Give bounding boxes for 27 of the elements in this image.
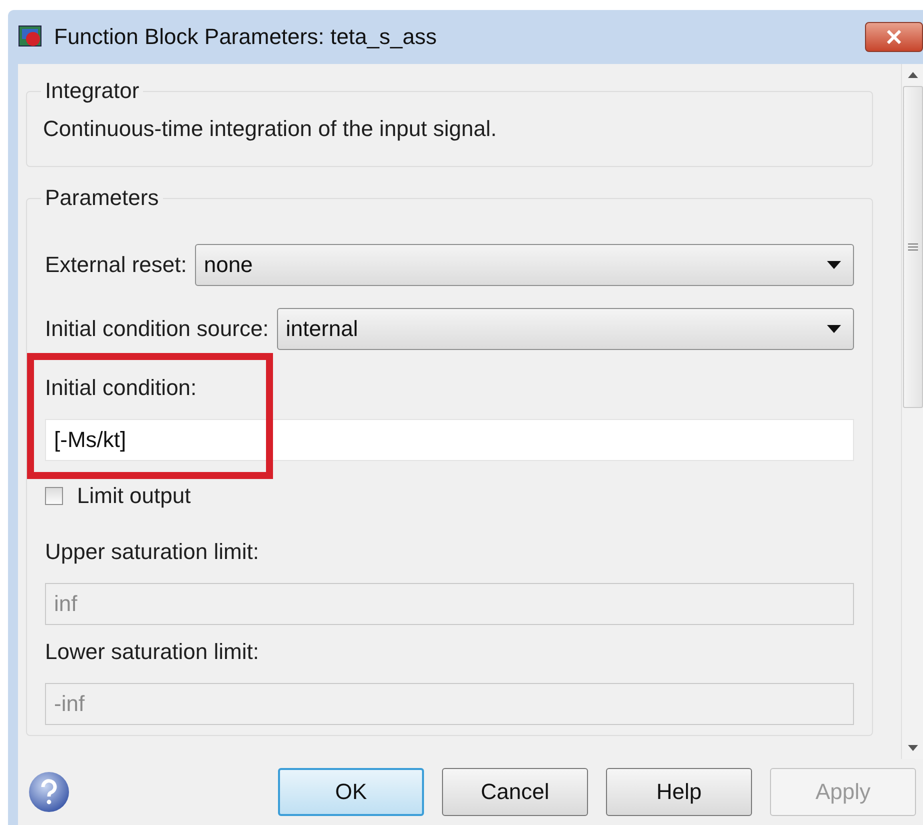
description-text: Continuous-time integration of the input signal. [43,115,498,143]
help-icon[interactable] [28,771,70,813]
field-label: Upper saturation limit: [45,538,260,566]
dialog-button[interactable]: OK [278,768,424,816]
scroll-up-icon[interactable] [908,72,918,78]
dialog-button[interactable]: Cancel [442,768,588,816]
scroll-down-icon[interactable] [908,745,918,751]
checkbox-label: Limit output [77,483,191,509]
field-label: Initial condition source: [45,316,269,342]
dialog-button[interactable]: Help [606,768,752,816]
dropdown[interactable]: none [194,244,854,286]
caret-icon [827,261,841,269]
field-label: External reset: [45,252,187,278]
close-icon [886,30,902,44]
checkbox[interactable] [45,487,63,505]
window-title: Function Block Parameters: teta_s_ass [54,24,438,50]
grip-icon [908,242,918,252]
caret-icon [827,325,841,333]
group-title: Parameters [44,185,160,211]
close-button[interactable] [865,22,923,52]
group-title: Integrator [44,78,140,104]
field-label: Lower saturation limit: [45,638,260,666]
app-icon [18,25,44,49]
field-label: Initial condition: [45,374,198,402]
scrollbar[interactable] [901,64,923,759]
input-field[interactable]: [-Ms/kt] [45,419,854,461]
dropdown[interactable]: internal [276,308,854,350]
